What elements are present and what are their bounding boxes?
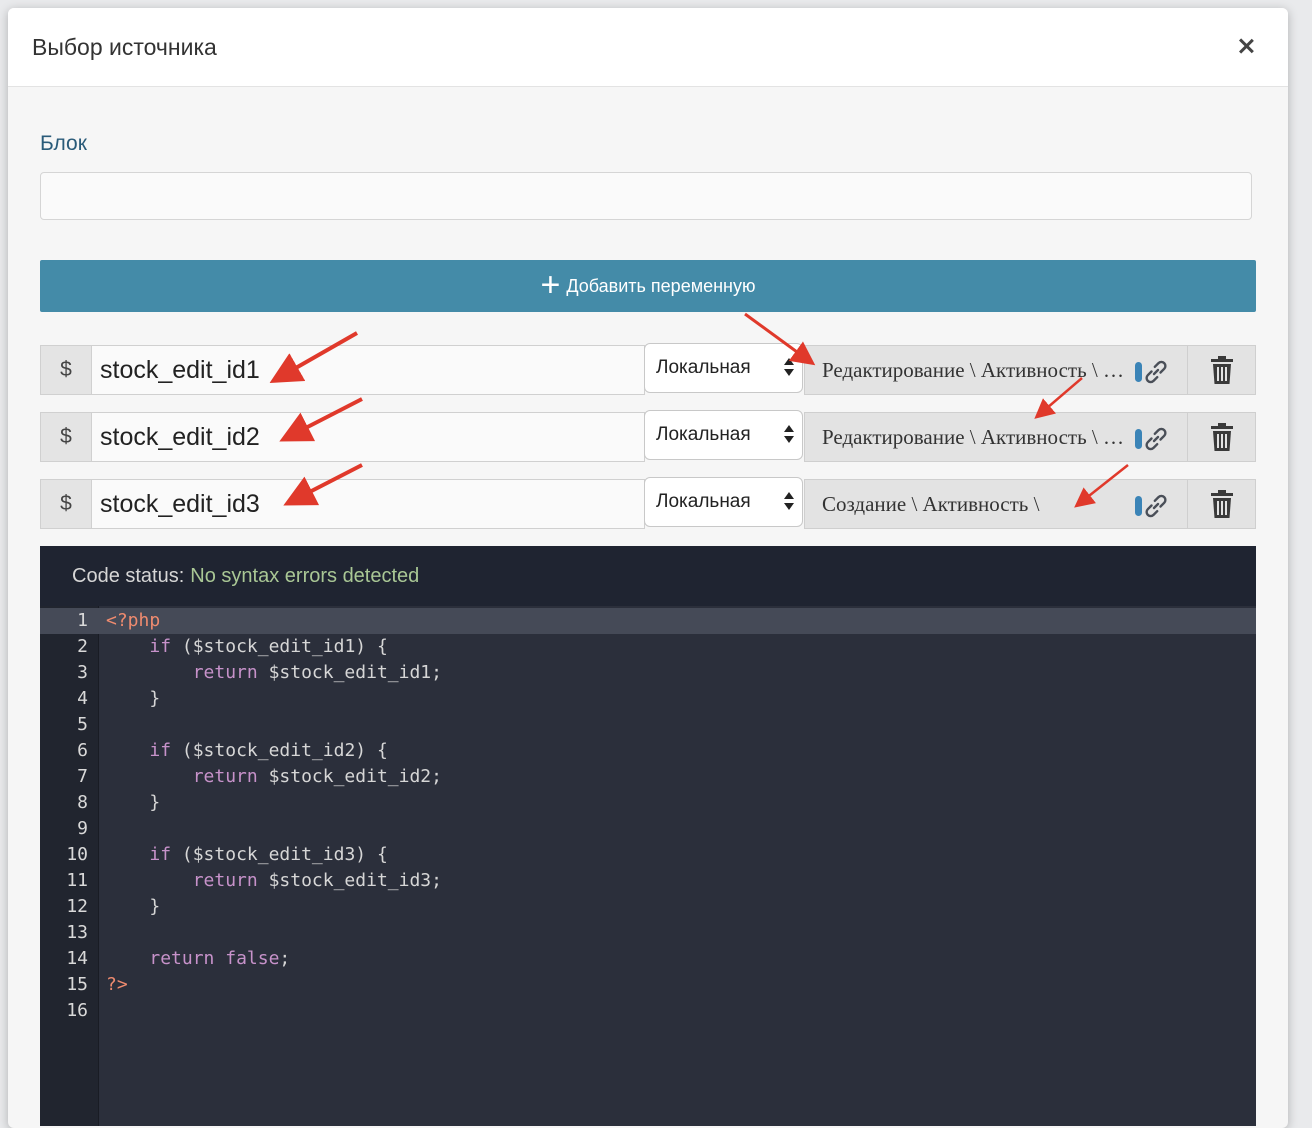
link-icon[interactable]	[1141, 424, 1171, 454]
code-editor[interactable]: Code status: No syntax errors detected 1…	[40, 546, 1256, 1126]
variable-row: $ Локальная Редактирование \ Активность …	[40, 410, 1256, 464]
dollar-prefix: $	[40, 345, 92, 395]
variable-row: $ Локальная Редактирование \ Активность …	[40, 343, 1256, 397]
add-variable-label: Добавить переменную	[566, 275, 756, 296]
source-text: Редактирование \ Активность \ Редактиров…	[822, 424, 1134, 449]
line-number: 13	[66, 922, 88, 943]
code-text: return $stock_edit_id2;	[192, 766, 442, 787]
source-field[interactable]: Редактирование \ Активность \ Редактиров…	[804, 345, 1188, 395]
scope-select[interactable]: Локальная	[644, 343, 803, 393]
code-line: 8 }	[40, 790, 1256, 816]
dialog-header: Выбор источника	[8, 8, 1288, 87]
code-line: 9	[40, 816, 1256, 842]
variable-name-input[interactable]	[91, 412, 645, 462]
delete-button[interactable]	[1188, 345, 1256, 395]
scope-value: Локальная	[656, 424, 751, 445]
delete-button[interactable]	[1188, 412, 1256, 462]
code-text: if ($stock_edit_id2) {	[149, 740, 388, 761]
close-icon[interactable]	[1234, 34, 1258, 58]
line-number: 5	[77, 714, 88, 735]
code-text: }	[106, 688, 161, 709]
select-arrows-icon	[784, 492, 794, 512]
code-line: 2 if ($stock_edit_id1) {	[40, 634, 1256, 660]
source-selection-dialog: Выбор источника Блок + Добавить переменн…	[8, 8, 1288, 1128]
line-number: 2	[77, 636, 88, 657]
line-number: 8	[77, 792, 88, 813]
line-number: 4	[77, 688, 88, 709]
code-line: 16	[40, 998, 1256, 1024]
line-number: 11	[66, 870, 88, 891]
code-status-value: No syntax errors detected	[190, 564, 420, 587]
line-number: 10	[66, 844, 88, 865]
delete-button[interactable]	[1188, 479, 1256, 529]
line-number: 15	[66, 974, 88, 995]
code-line: 13	[40, 920, 1256, 946]
line-number: 12	[66, 896, 88, 917]
source-field[interactable]: Создание \ Активность \	[804, 479, 1188, 529]
variable-row: $ Локальная Создание \ Активность \	[40, 477, 1256, 531]
line-number: 9	[77, 818, 88, 839]
code-text: if ($stock_edit_id3) {	[149, 844, 388, 865]
code-line: 4 }	[40, 686, 1256, 712]
scope-select[interactable]: Локальная	[644, 410, 803, 460]
code-line: 12 }	[40, 894, 1256, 920]
variable-name-input[interactable]	[91, 345, 645, 395]
code-line: 3 return $stock_edit_id1;	[40, 660, 1256, 686]
line-number: 14	[66, 948, 88, 969]
code-text: return $stock_edit_id3;	[192, 870, 442, 891]
code-text: }	[106, 792, 161, 813]
code-text: }	[106, 896, 161, 917]
scope-value: Локальная	[656, 357, 751, 378]
dialog-title: Выбор источника	[32, 34, 217, 60]
code-status-label: Code status:	[72, 564, 185, 587]
trash-icon	[1210, 356, 1233, 384]
code-body[interactable]: 1 <?php 2 if ($stock_edit_id1) {3 return $…	[40, 606, 1256, 1126]
code-line: 7 return $stock_edit_id2;	[40, 764, 1256, 790]
line-number: 1	[77, 610, 88, 631]
code-line: 1 <?php	[40, 608, 1256, 634]
code-text: return false;	[149, 948, 291, 969]
line-number: 16	[66, 1000, 88, 1021]
code-status-bar: Code status: No syntax errors detected	[40, 546, 1256, 606]
code-text: <?php	[106, 610, 161, 631]
line-number: 6	[77, 740, 88, 761]
source-field[interactable]: Редактирование \ Активность \ Редактиров…	[804, 412, 1188, 462]
trash-icon	[1210, 423, 1233, 451]
block-input[interactable]	[40, 172, 1252, 220]
dollar-prefix: $	[40, 479, 92, 529]
block-label: Блок	[40, 132, 87, 155]
line-number: 3	[77, 662, 88, 683]
code-text: return $stock_edit_id1;	[192, 662, 442, 683]
source-text: Редактирование \ Активность \ Редактиров…	[822, 357, 1134, 382]
code-line: 10 if ($stock_edit_id3) {	[40, 842, 1256, 868]
add-variable-button[interactable]: + Добавить переменную	[40, 260, 1256, 312]
variable-name-input[interactable]	[91, 479, 645, 529]
code-text: ?>	[106, 974, 128, 995]
link-icon[interactable]	[1141, 491, 1171, 521]
code-line: 11 return $stock_edit_id3;	[40, 868, 1256, 894]
code-line: 15 ?>	[40, 972, 1256, 998]
source-text: Создание \ Активность \	[822, 491, 1040, 516]
code-line: 6 if ($stock_edit_id2) {	[40, 738, 1256, 764]
link-icon[interactable]	[1141, 357, 1171, 387]
select-arrows-icon	[784, 358, 794, 378]
line-number: 7	[77, 766, 88, 787]
plus-icon: +	[540, 266, 561, 304]
scope-value: Локальная	[656, 491, 751, 512]
select-arrows-icon	[784, 425, 794, 445]
dollar-prefix: $	[40, 412, 92, 462]
code-line: 5	[40, 712, 1256, 738]
code-line: 14 return false;	[40, 946, 1256, 972]
code-text: if ($stock_edit_id1) {	[149, 636, 388, 657]
scope-select[interactable]: Локальная	[644, 477, 803, 527]
trash-icon	[1210, 490, 1233, 518]
